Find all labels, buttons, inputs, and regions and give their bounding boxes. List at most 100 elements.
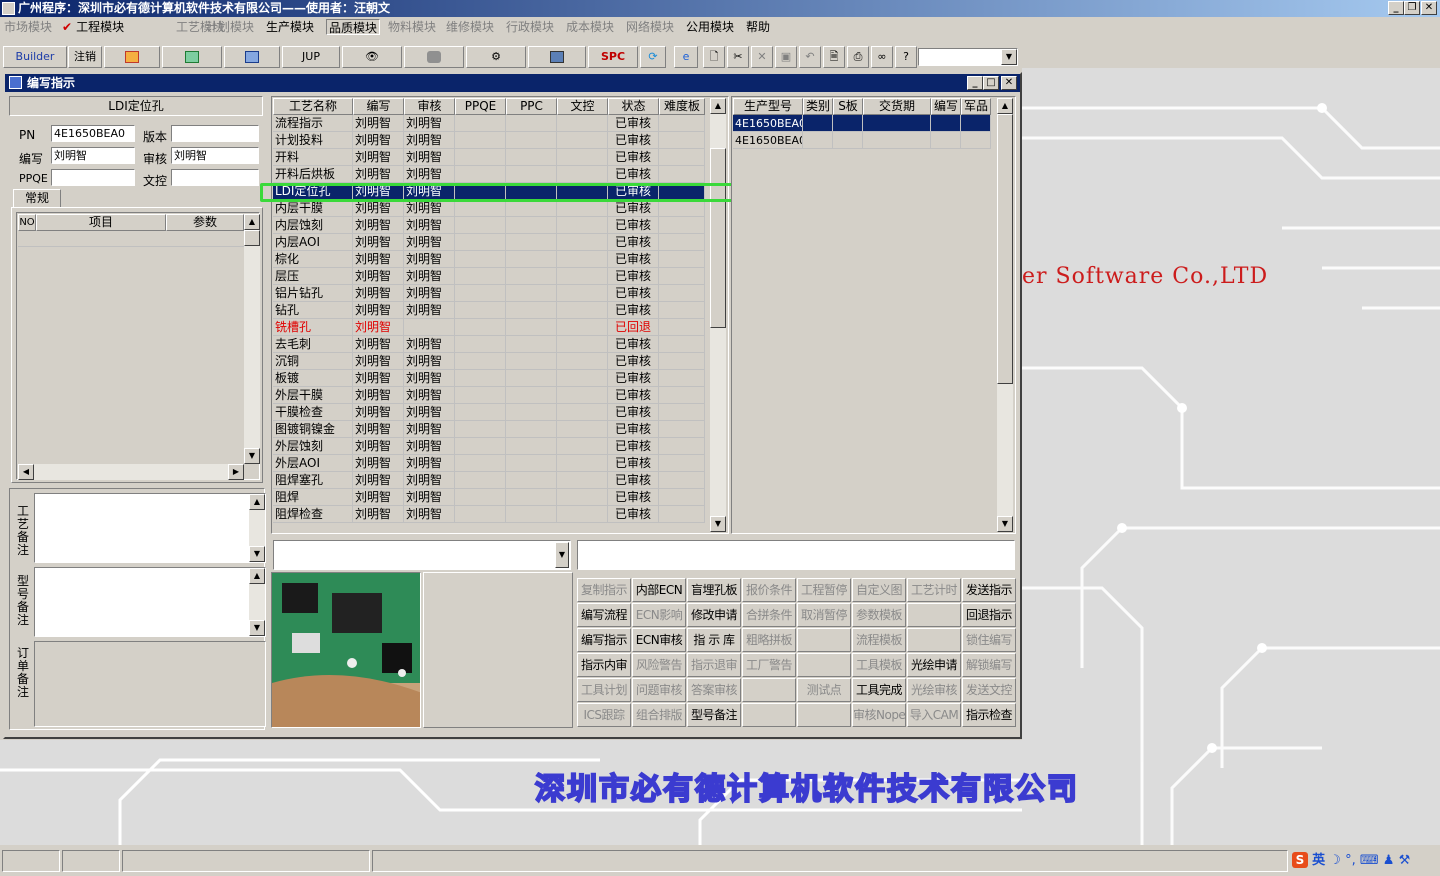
- action-button[interactable]: 指 示 库: [687, 628, 741, 652]
- models-col-header[interactable]: 生产型号: [733, 98, 803, 115]
- models-col-header[interactable]: 交货期: [863, 98, 931, 115]
- model-note-vscroll[interactable]: ▲ ▼: [249, 568, 265, 636]
- process-row[interactable]: 图镀铜镍金 刘明智 刘明智 已审核: [273, 421, 705, 438]
- action-button[interactable]: 工具计划: [577, 678, 631, 702]
- process-col-header[interactable]: PPC: [506, 98, 557, 115]
- process-col-header[interactable]: 状态: [608, 98, 659, 115]
- action-button[interactable]: 工具完成: [852, 678, 906, 702]
- process-col-header[interactable]: 审核: [404, 98, 455, 115]
- process-row[interactable]: 阻焊检查 刘明智 刘明智 已审核: [273, 506, 705, 523]
- process-row[interactable]: 板镀 刘明智 刘明智 已审核: [273, 370, 705, 387]
- action-button[interactable]: 锁住编写: [962, 628, 1016, 652]
- restore-button[interactable]: ❐: [1404, 1, 1420, 15]
- action-button[interactable]: 指示内审: [577, 653, 631, 677]
- keyboard-icon[interactable]: ⌨: [1360, 853, 1379, 868]
- process-row[interactable]: 干膜检查 刘明智 刘明智 已审核: [273, 404, 705, 421]
- undo-button[interactable]: ↶: [799, 46, 821, 68]
- action-button[interactable]: 光绘申请: [907, 653, 961, 677]
- models-vscroll[interactable]: ▲ ▼: [997, 98, 1013, 532]
- ie-button[interactable]: e: [674, 46, 698, 68]
- process-row[interactable]: 去毛刺 刘明智 刘明智 已审核: [273, 336, 705, 353]
- menu-item-3[interactable]: 计划模块: [206, 19, 254, 35]
- menu-item-0[interactable]: 市场模块: [4, 19, 52, 35]
- action-button[interactable]: 风险警告: [632, 653, 686, 677]
- preview-button[interactable]: 🗎: [823, 46, 845, 68]
- models-row[interactable]: 4E1650BEA0: [733, 115, 991, 132]
- toolbar-combo[interactable]: ▼: [918, 48, 1018, 66]
- param-hscroll[interactable]: ◀ ▶: [18, 464, 244, 480]
- process-row[interactable]: 沉铜 刘明智 刘明智 已审核: [273, 353, 705, 370]
- menu-item-12[interactable]: 帮助: [746, 19, 770, 35]
- process-col-header[interactable]: 编写: [353, 98, 404, 115]
- sogou-icon[interactable]: S: [1292, 852, 1308, 868]
- scroll-down-icon[interactable]: ▼: [710, 516, 726, 532]
- action-button[interactable]: ICS跟踪: [577, 703, 631, 727]
- action-button[interactable]: 审核Nope: [852, 703, 906, 727]
- models-row[interactable]: 4E1650BEA0: [733, 132, 991, 149]
- chevron-down-icon[interactable]: ▼: [1001, 49, 1017, 65]
- action-button[interactable]: 盲埋孔板: [687, 578, 741, 602]
- models-input[interactable]: [577, 540, 1015, 570]
- process-row[interactable]: 内层AOI 刘明智 刘明智 已审核: [273, 234, 705, 251]
- action-button[interactable]: 工具模板: [852, 653, 906, 677]
- action-button[interactable]: [797, 653, 851, 677]
- excel-button[interactable]: [162, 46, 222, 68]
- action-button[interactable]: 指示退审: [687, 653, 741, 677]
- action-button[interactable]: 工艺计时: [907, 578, 961, 602]
- action-button[interactable]: 光绘审核: [907, 678, 961, 702]
- chevron-down-icon[interactable]: ▼: [555, 542, 569, 568]
- action-button[interactable]: 回退指示: [962, 603, 1016, 627]
- process-col-header[interactable]: 工艺名称: [273, 98, 353, 115]
- minimize-button[interactable]: _: [1388, 1, 1404, 15]
- scroll-right-icon[interactable]: ▶: [228, 464, 244, 480]
- process-row[interactable]: 外层AOI 刘明智 刘明智 已审核: [273, 455, 705, 472]
- models-col-header[interactable]: S板: [833, 98, 863, 115]
- action-button[interactable]: 发送文控: [962, 678, 1016, 702]
- process-col-header[interactable]: 难度板: [659, 98, 705, 115]
- process-row[interactable]: 外层干膜 刘明智 刘明智 已审核: [273, 387, 705, 404]
- action-button[interactable]: 型号备注: [687, 703, 741, 727]
- powerpoint-button[interactable]: [104, 46, 160, 68]
- menu-item-4[interactable]: 生产模块: [266, 19, 314, 35]
- print-button[interactable]: ⎙: [847, 46, 869, 68]
- action-button[interactable]: 报价条件: [742, 578, 796, 602]
- param-vscroll[interactable]: ▲ ▼: [244, 214, 260, 464]
- delete-button[interactable]: ✕: [751, 46, 773, 68]
- review-field[interactable]: 刘明智: [171, 147, 259, 164]
- action-button[interactable]: [797, 703, 851, 727]
- process-row[interactable]: 阻焊 刘明智 刘明智 已审核: [273, 489, 705, 506]
- author-field[interactable]: 刘明智: [51, 147, 135, 164]
- models-col-header[interactable]: 军品: [961, 98, 991, 115]
- menu-item-9[interactable]: 成本模块: [566, 19, 614, 35]
- ime-tray[interactable]: S 英 ☽ °, ⌨ ♟ ⚒: [1292, 851, 1438, 873]
- action-button[interactable]: 复制指示: [577, 578, 631, 602]
- process-row[interactable]: 开料后烘板 刘明智 刘明智 已审核: [273, 166, 705, 183]
- process-col-header[interactable]: PPQE: [455, 98, 506, 115]
- ime-mode[interactable]: 英: [1312, 853, 1325, 868]
- action-button[interactable]: [907, 603, 961, 627]
- menu-item-11[interactable]: 公用模块: [686, 19, 734, 35]
- close-button[interactable]: ✕: [1421, 1, 1437, 15]
- scroll-up-icon[interactable]: ▲: [997, 98, 1013, 114]
- menu-item-7[interactable]: 维修模块: [446, 19, 494, 35]
- process-row[interactable]: 内层干膜 刘明智 刘明智 已审核: [273, 200, 705, 217]
- cut-button[interactable]: ✂: [727, 46, 749, 68]
- find-button[interactable]: ∞: [871, 46, 893, 68]
- action-button[interactable]: 取消暂停: [797, 603, 851, 627]
- action-button[interactable]: ECN审核: [632, 628, 686, 652]
- action-button[interactable]: [742, 678, 796, 702]
- doc-field[interactable]: [171, 169, 259, 186]
- process-row[interactable]: 铝片钻孔 刘明智 刘明智 已审核: [273, 285, 705, 302]
- action-button[interactable]: 答案审核: [687, 678, 741, 702]
- menu-item-1[interactable]: ✔ 工程模块: [62, 19, 124, 35]
- scroll-up-icon[interactable]: ▲: [244, 214, 260, 230]
- help-button[interactable]: ?: [895, 46, 917, 68]
- action-button[interactable]: [907, 628, 961, 652]
- spc-button[interactable]: SPC: [588, 46, 638, 68]
- order-note-field[interactable]: [34, 641, 266, 727]
- menu-item-6[interactable]: 物料模块: [388, 19, 436, 35]
- scroll-up-icon[interactable]: ▲: [710, 98, 726, 114]
- tools-button[interactable]: ⚙: [466, 46, 526, 68]
- action-button[interactable]: 工程暂停: [797, 578, 851, 602]
- param-col-value[interactable]: 参数: [166, 214, 244, 231]
